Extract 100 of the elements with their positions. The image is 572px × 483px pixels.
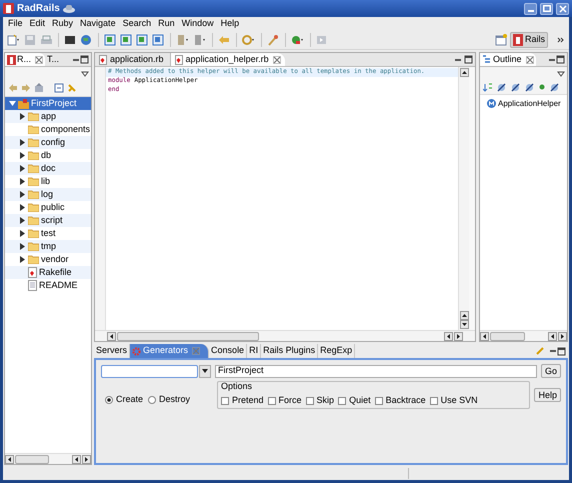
window-icon[interactable] xyxy=(136,34,149,46)
window-icon[interactable] xyxy=(120,34,133,46)
collapse-all-icon[interactable] xyxy=(54,83,64,93)
checkbox-option[interactable]: Use SVN xyxy=(430,394,478,408)
maximize-button[interactable] xyxy=(540,2,553,14)
collapsed-arrow-icon[interactable] xyxy=(20,204,25,211)
scroll-left-icon[interactable] xyxy=(444,332,453,340)
checkbox-unchecked-icon[interactable] xyxy=(338,396,346,405)
scroll-thumb[interactable] xyxy=(15,454,50,464)
checkbox-option[interactable]: Backtrace xyxy=(374,394,426,408)
scroll-left-icon[interactable] xyxy=(5,454,14,464)
generator-combo-field[interactable] xyxy=(101,364,198,378)
close-button[interactable] xyxy=(556,2,569,14)
filter-icon[interactable] xyxy=(550,82,559,92)
menu-item[interactable]: Edit xyxy=(30,19,46,28)
checkbox-unchecked-icon[interactable] xyxy=(268,396,276,405)
checkbox-unchecked-icon[interactable] xyxy=(430,396,438,405)
open-perspective-icon[interactable] xyxy=(494,34,507,46)
scroll-thumb[interactable] xyxy=(490,332,525,340)
collapsed-arrow-icon[interactable] xyxy=(20,178,25,185)
view-menu-icon[interactable] xyxy=(81,70,89,76)
new-file-icon[interactable] xyxy=(7,34,21,46)
maximize-view-icon[interactable] xyxy=(557,346,566,356)
go-button[interactable]: Go xyxy=(540,364,561,378)
close-tab-icon[interactable] xyxy=(272,56,281,64)
scroll-thumb[interactable] xyxy=(117,332,260,340)
collapsed-arrow-icon[interactable] xyxy=(20,256,25,263)
menu-item[interactable]: Help xyxy=(220,19,240,28)
checkbox-unchecked-icon[interactable] xyxy=(374,396,383,405)
window-icon[interactable] xyxy=(104,34,117,46)
maximize-view-icon[interactable] xyxy=(464,55,473,64)
close-tab-icon[interactable] xyxy=(526,56,534,64)
menu-item[interactable]: Run xyxy=(158,19,175,28)
scroll-left-icon[interactable] xyxy=(107,332,116,340)
tree-item[interactable]: app xyxy=(5,110,91,123)
outline-item[interactable]: ApplicationHelper xyxy=(480,97,567,110)
scroll-left-icon[interactable] xyxy=(480,332,489,340)
window-icon[interactable] xyxy=(152,34,165,46)
collapsed-arrow-icon[interactable] xyxy=(20,139,25,146)
scroll-left-icon[interactable] xyxy=(548,332,557,340)
view-tab[interactable]: R... xyxy=(5,53,46,66)
menu-item[interactable]: File xyxy=(8,19,23,28)
scroll-up-icon[interactable] xyxy=(460,311,468,320)
checkbox-unchecked-icon[interactable] xyxy=(221,396,229,405)
checkbox-unchecked-icon[interactable] xyxy=(306,396,314,405)
globe-icon[interactable] xyxy=(80,34,93,46)
checkbox-option[interactable]: Skip xyxy=(306,394,334,408)
collapsed-arrow-icon[interactable] xyxy=(20,165,25,172)
scroll-up-icon[interactable] xyxy=(460,68,468,77)
filter-icon[interactable] xyxy=(497,82,506,92)
radio-option[interactable]: Destroy xyxy=(148,393,190,406)
expanded-arrow-icon[interactable] xyxy=(9,101,16,106)
tree-item[interactable]: Rakefile xyxy=(5,266,91,279)
tree-item[interactable]: config xyxy=(5,136,91,149)
menu-item[interactable]: Search xyxy=(122,19,152,28)
menu-item[interactable]: Window xyxy=(182,19,214,28)
radio-option[interactable]: Create xyxy=(105,393,144,406)
scroll-right-icon[interactable] xyxy=(454,332,463,340)
radio-selected-icon[interactable] xyxy=(105,396,113,404)
view-tab[interactable]: Outline xyxy=(480,53,536,66)
filter-icon[interactable] xyxy=(525,82,534,92)
collapsed-arrow-icon[interactable] xyxy=(20,217,25,224)
terminal-icon[interactable] xyxy=(64,34,77,46)
up-folder-icon[interactable] xyxy=(34,83,44,93)
checkbox-option[interactable]: Pretend xyxy=(221,394,264,408)
chevron-icon[interactable] xyxy=(557,36,565,44)
view-tab[interactable]: Generators xyxy=(130,344,210,358)
tree-item[interactable]: FirstProject xyxy=(5,97,91,110)
tree-item[interactable]: script xyxy=(5,214,91,227)
dropdown-button[interactable] xyxy=(199,364,211,378)
close-tab-icon[interactable] xyxy=(35,56,44,64)
view-menu-icon[interactable] xyxy=(557,70,565,76)
editor-tab[interactable]: application_helper.rb xyxy=(170,53,285,66)
collapsed-arrow-icon[interactable] xyxy=(20,191,25,198)
help-button[interactable]: Help xyxy=(534,388,561,402)
scroll-right-icon[interactable] xyxy=(558,332,567,340)
dot-icon[interactable] xyxy=(539,84,545,90)
tree-item[interactable]: doc xyxy=(5,162,91,175)
tree-item[interactable]: tmp xyxy=(5,240,91,253)
view-tab[interactable]: T... xyxy=(45,53,62,66)
wrench-icon[interactable] xyxy=(267,34,280,46)
menu-item[interactable]: Navigate xyxy=(80,19,116,28)
rails-perspective-button[interactable]: Rails xyxy=(510,32,548,48)
scroll-down-icon[interactable] xyxy=(460,320,468,329)
editor-tab[interactable]: application.rb xyxy=(95,53,168,66)
project-input-field[interactable]: FirstProject xyxy=(215,364,537,378)
minimize-view-icon[interactable] xyxy=(549,347,557,355)
run-icon[interactable] xyxy=(291,34,305,46)
radio-unselected-icon[interactable] xyxy=(148,396,156,404)
scroll-right-icon[interactable] xyxy=(82,454,91,464)
filter-icon[interactable] xyxy=(511,82,520,92)
collapsed-arrow-icon[interactable] xyxy=(20,243,25,250)
maximize-view-icon[interactable] xyxy=(556,55,565,64)
sort-icon[interactable] xyxy=(483,82,492,92)
collapsed-arrow-icon[interactable] xyxy=(20,230,25,237)
menu-item[interactable]: Ruby xyxy=(52,19,74,28)
tree-item[interactable]: log xyxy=(5,188,91,201)
collapsed-arrow-icon[interactable] xyxy=(20,113,25,120)
collapsed-arrow-icon[interactable] xyxy=(20,152,25,159)
maximize-view-icon[interactable] xyxy=(80,55,89,64)
